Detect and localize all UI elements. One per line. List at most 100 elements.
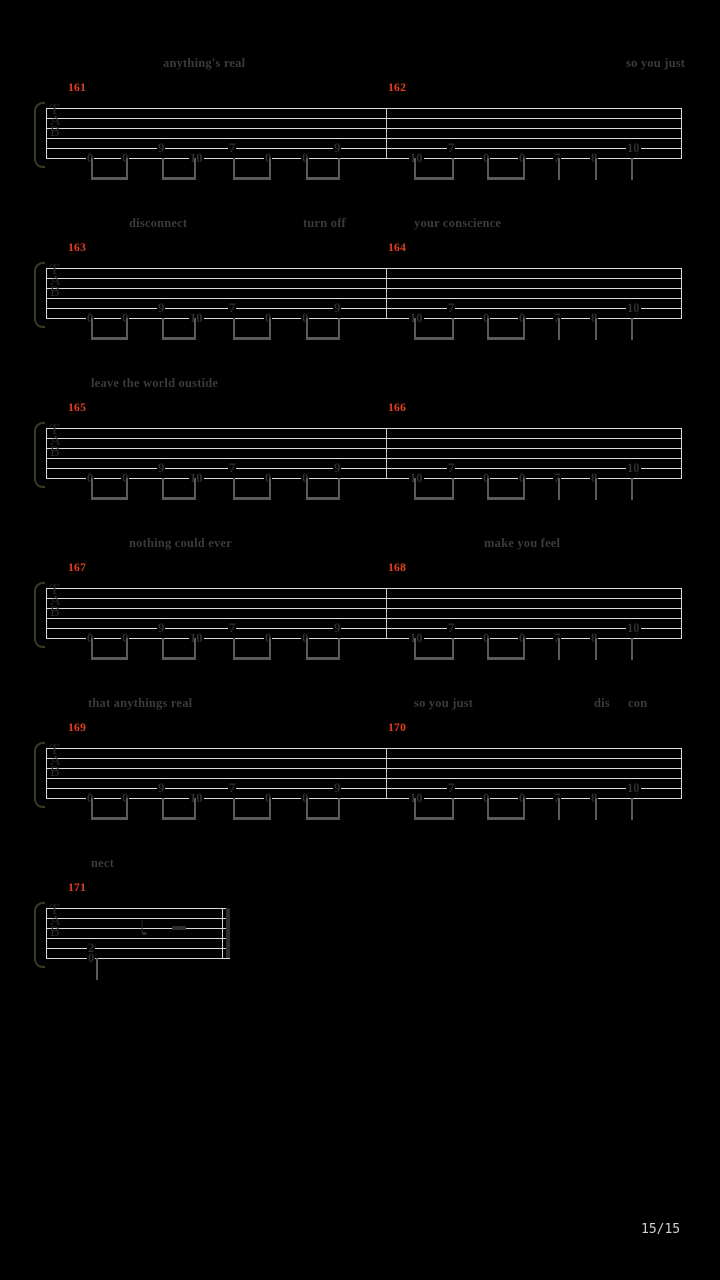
system-bracket	[34, 422, 45, 488]
staff-line	[46, 938, 230, 939]
quarter-rest-symbol: ♩	[139, 916, 149, 940]
tab-clef: TAB	[50, 582, 61, 620]
barline-middle	[386, 108, 387, 158]
fret-number: 9	[157, 781, 166, 795]
fret-number: 9	[333, 461, 342, 475]
lyric-text: anything's real	[163, 56, 246, 70]
staff-line	[46, 448, 682, 449]
barline-middle	[386, 428, 387, 478]
note-stem	[631, 798, 633, 820]
staff-line	[46, 588, 682, 589]
fret-number: 10	[409, 631, 424, 645]
note-beam	[91, 177, 128, 180]
note-beam	[91, 817, 128, 820]
staff-line	[46, 758, 682, 759]
page-number: 15/15	[641, 1222, 681, 1237]
tab-clef: TAB	[50, 262, 61, 300]
note-beam	[91, 497, 128, 500]
measure-number: 168	[388, 562, 407, 574]
note-beam	[233, 337, 271, 340]
staff-line	[46, 458, 682, 459]
fret-number: 0	[87, 951, 96, 965]
staff-line	[46, 318, 682, 319]
final-barline-thick	[226, 908, 230, 958]
note-beam	[162, 497, 196, 500]
staff-line	[46, 768, 682, 769]
lyric-text: make you feel	[484, 536, 561, 550]
tab-staff: TAB009107009107007810	[0, 262, 720, 328]
fret-number: 9	[157, 301, 166, 315]
lyric-text: nect	[91, 856, 115, 870]
measure-number: 162	[388, 82, 407, 94]
tab-sheet-page: anything's realso you just161162TAB00910…	[0, 0, 720, 1280]
note-beam	[306, 657, 340, 660]
staff-line	[46, 748, 682, 749]
staff-line	[46, 268, 682, 269]
staff-line	[46, 618, 682, 619]
tab-staff: TAB009107009107007810	[0, 582, 720, 648]
fret-number: 10	[626, 781, 641, 795]
note-stem	[558, 158, 560, 180]
staff-line	[46, 918, 230, 919]
note-stem	[595, 158, 597, 180]
note-stem	[631, 638, 633, 660]
measure-number: 167	[68, 562, 87, 574]
staff-line	[46, 468, 682, 469]
staff-line	[46, 308, 682, 309]
fret-number: 7	[228, 141, 237, 155]
staff-line	[46, 948, 230, 949]
fret-number: 10	[189, 631, 204, 645]
lyric-text: dis	[594, 696, 610, 710]
note-stem	[558, 478, 560, 500]
measure-number: 165	[68, 402, 87, 414]
staff-line	[46, 798, 682, 799]
note-beam	[91, 337, 128, 340]
note-beam	[233, 497, 271, 500]
note-beam	[306, 817, 340, 820]
measure-number: 163	[68, 242, 87, 254]
fret-number: 7	[447, 301, 456, 315]
staff-line	[46, 638, 682, 639]
measure-number: 164	[388, 242, 407, 254]
tab-clef: TAB	[50, 902, 61, 940]
barline-end	[681, 748, 682, 798]
tab-clef: TAB	[50, 742, 61, 780]
fret-number: 7	[447, 141, 456, 155]
measure-number: 161	[68, 82, 87, 94]
system-bracket	[34, 742, 45, 808]
note-beam	[487, 497, 525, 500]
barline-end	[681, 268, 682, 318]
fret-number: 10	[409, 151, 424, 165]
staff-line	[46, 788, 682, 789]
barline-end	[681, 588, 682, 638]
fret-number: 10	[189, 471, 204, 485]
tab-staff: T A B 2 0 ♩	[0, 902, 720, 968]
note-beam	[414, 177, 454, 180]
note-beam	[162, 337, 196, 340]
staff-line	[46, 288, 682, 289]
staff-line	[46, 908, 230, 909]
staff-line	[46, 118, 682, 119]
barline-start	[46, 588, 47, 638]
staff-line	[46, 608, 682, 609]
staff-line	[46, 478, 682, 479]
staff-line	[46, 958, 230, 959]
fret-number: 10	[189, 311, 204, 325]
tab-clef: TAB	[50, 422, 61, 460]
staff-line	[46, 628, 682, 629]
fret-number: 10	[626, 621, 641, 635]
fret-number: 9	[333, 301, 342, 315]
staff-line	[46, 158, 682, 159]
note-beam	[162, 177, 196, 180]
barline-start	[46, 428, 47, 478]
note-beam	[233, 177, 271, 180]
note-stem	[595, 318, 597, 340]
staff-line	[46, 138, 682, 139]
system-bracket	[34, 102, 45, 168]
staff-line	[46, 298, 682, 299]
note-beam	[162, 817, 196, 820]
barline-start	[46, 108, 47, 158]
lyric-text: leave the world oustide	[91, 376, 219, 390]
barline-middle	[386, 588, 387, 638]
fret-number: 7	[228, 301, 237, 315]
